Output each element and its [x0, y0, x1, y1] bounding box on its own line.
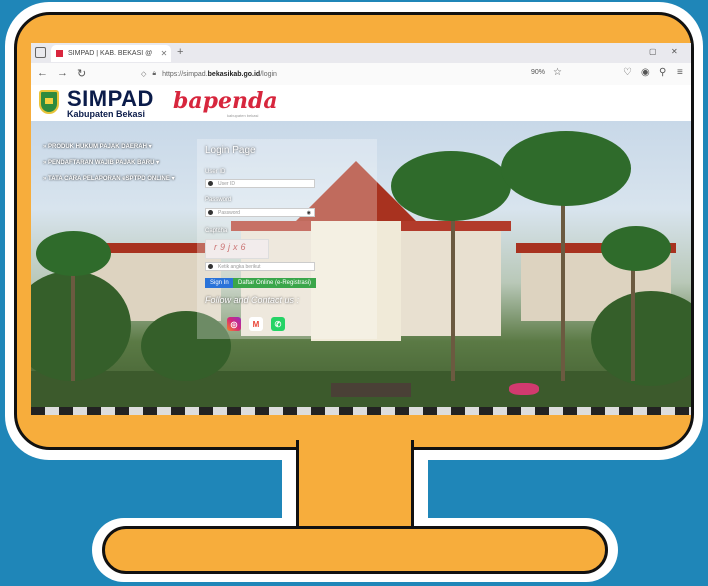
captcha-label: Captcha [205, 228, 228, 234]
curb [31, 407, 691, 415]
shield-icon: ◇ [141, 71, 147, 78]
extensions-icon[interactable]: ⚲ [659, 67, 666, 78]
browser-screen: SIMPAD | KAB. BEKASI @ ✕ + ▢ ✕ ← → ↻ ◇ 🔒… [31, 43, 691, 415]
captcha-placeholder: Ketik angka berikut [218, 263, 261, 270]
url-text: https://simpad.bekasikab.go.id/login [162, 70, 277, 78]
minimize-icon[interactable]: ▢ [649, 47, 657, 56]
navigation-bar: ← → ↻ ◇ 🔒︎ https://simpad.bekasikab.go.i… [31, 63, 691, 86]
palm-crown [391, 151, 511, 221]
whatsapp-icon[interactable]: ✆ [271, 317, 285, 331]
url-bar[interactable]: ◇ 🔒︎ https://simpad.bekasikab.go.id/logi… [141, 67, 521, 81]
flower-bed [509, 383, 539, 395]
zoom-level[interactable]: 90% [531, 69, 545, 76]
login-panel: Login Page User ID User ID Password Pass… [197, 139, 377, 339]
close-tab-icon[interactable]: ✕ [157, 49, 171, 58]
reload-icon[interactable]: ↻ [77, 67, 86, 80]
show-password-icon[interactable]: ◉ [307, 210, 311, 216]
back-icon[interactable]: ← [37, 67, 48, 79]
kabupaten-crest-icon [39, 90, 59, 114]
captcha-input[interactable]: Ketik angka berikut [205, 262, 315, 271]
account-icon[interactable]: ◉ [641, 67, 650, 78]
bookmark-star-icon[interactable]: ☆ [553, 67, 562, 78]
lock-icon: 🔒︎ [152, 70, 157, 77]
lock-field-icon [208, 210, 213, 215]
palm-crown-2 [501, 131, 631, 206]
register-button[interactable]: Daftar Online (e-Registrasi) [233, 278, 317, 288]
simpad-logo-subtitle: Kabupaten Bekasi [67, 109, 146, 119]
browser-tab[interactable]: SIMPAD | KAB. BEKASI @ ✕ [51, 45, 171, 62]
tab-bar: SIMPAD | KAB. BEKASI @ ✕ + ▢ ✕ [31, 43, 691, 63]
password-placeholder: Password [218, 209, 240, 216]
favicon-icon [56, 50, 63, 57]
captcha-image: r9jx6 [205, 239, 269, 259]
new-tab-button[interactable]: + [177, 46, 183, 58]
sign-wall [331, 383, 411, 397]
bapenda-logo: bapenda [173, 88, 278, 114]
forward-icon[interactable]: → [57, 67, 68, 79]
site-header: SIMPAD Kabupaten Bekasi bapenda kabupate… [31, 85, 691, 121]
close-window-icon[interactable]: ✕ [671, 47, 678, 56]
userid-input[interactable]: User ID [205, 179, 315, 188]
signin-button[interactable]: Sign In [205, 278, 234, 288]
userid-label: User ID [205, 169, 226, 175]
menu-item-pendaftaran[interactable]: » PENDAFTARAN WAJIB PAJAK BARU ▾ [43, 159, 175, 166]
password-label: Password [205, 197, 232, 203]
palm-trunk-2 [561, 181, 565, 381]
palm-crown-4 [36, 231, 111, 276]
follow-label: Follow and Contact us : [205, 295, 300, 305]
user-icon [208, 181, 213, 186]
login-title: Login Page [205, 145, 256, 156]
bapenda-tagline: kabupaten bekasi [227, 113, 259, 118]
tab-title: SIMPAD | KAB. BEKASI @ [68, 50, 153, 57]
main-menu: » PRODUK HUKUM PAJAK DAERAH ▾ » PENDAFTA… [43, 143, 175, 191]
pocket-icon[interactable]: ♡ [623, 67, 632, 78]
menu-item-produk-hukum[interactable]: » PRODUK HUKUM PAJAK DAERAH ▾ [43, 143, 175, 150]
hero-background: » PRODUK HUKUM PAJAK DAERAH ▾ » PENDAFTA… [31, 121, 691, 415]
sidebar-icon[interactable] [35, 47, 46, 58]
instagram-icon[interactable]: ◎ [227, 317, 241, 331]
captcha-text: r9jx6 [214, 242, 249, 252]
userid-placeholder: User ID [218, 180, 235, 187]
palm-trunk [451, 201, 455, 381]
simpad-logo[interactable]: SIMPAD [67, 88, 154, 110]
menu-item-tata-cara[interactable]: » TATA CARA PELAPORAN eSPTPD ONLINE ▾ [43, 175, 175, 182]
password-input[interactable]: Password ◉ [205, 208, 315, 217]
gmail-icon[interactable]: M [249, 317, 263, 331]
palm-crown-3 [601, 226, 671, 271]
pencil-icon [208, 264, 213, 269]
menu-icon[interactable]: ≡ [677, 67, 683, 78]
monitor-base [102, 526, 608, 574]
monitor-neck [296, 440, 414, 536]
